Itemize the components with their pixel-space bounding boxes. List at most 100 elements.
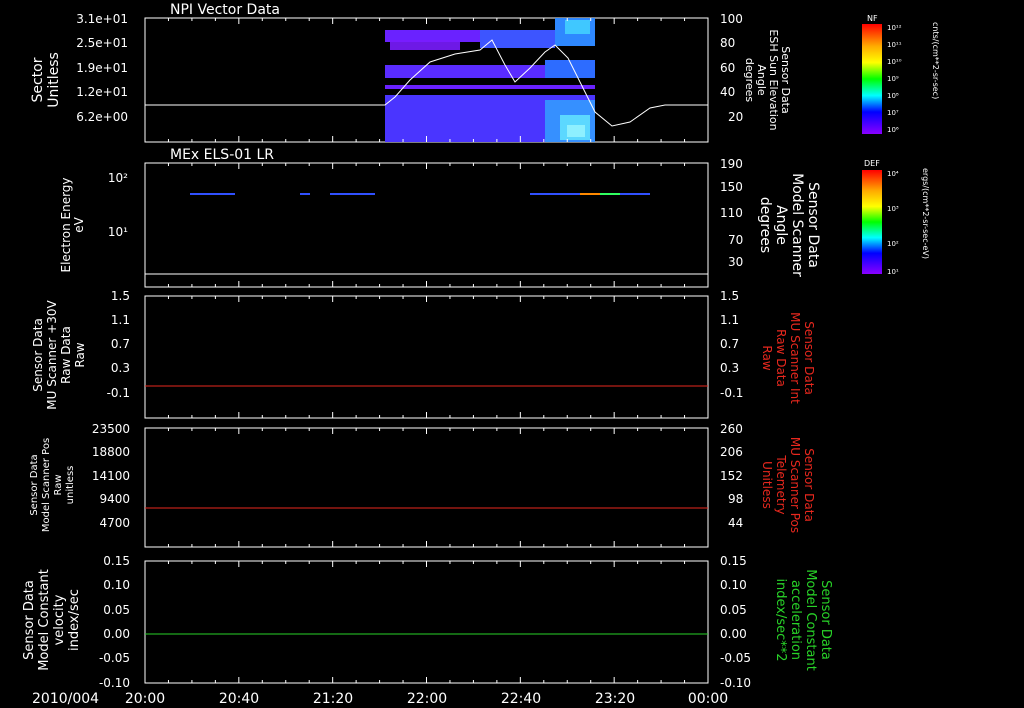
left-ticks: 10² 10¹ <box>108 171 128 239</box>
svg-text:152: 152 <box>720 469 743 483</box>
svg-text:Model Constant: Model Constant <box>37 569 52 671</box>
svg-text:ergs/(cm**2-sr-sec-eV): ergs/(cm**2-sr-sec-eV) <box>921 168 930 259</box>
svg-text:60: 60 <box>720 61 735 75</box>
svg-text:0.3: 0.3 <box>111 361 130 375</box>
svg-text:-0.1: -0.1 <box>720 386 743 400</box>
svg-text:Raw: Raw <box>73 342 87 367</box>
svg-text:0.15: 0.15 <box>103 554 130 568</box>
svg-text:Sensor Data: Sensor Data <box>29 454 40 515</box>
svg-text:10⁴: 10⁴ <box>887 170 899 178</box>
svg-text:10¹²: 10¹² <box>887 24 902 32</box>
right-axis-label: Sensor Data ESH Sun Elevation Angle degr… <box>743 29 792 130</box>
svg-text:23500: 23500 <box>92 422 130 436</box>
svg-text:0.15: 0.15 <box>720 554 747 568</box>
svg-text:Raw: Raw <box>760 345 774 370</box>
svg-text:14100: 14100 <box>92 469 130 483</box>
svg-text:00:00: 00:00 <box>688 691 728 707</box>
svg-text:20:00: 20:00 <box>125 691 165 707</box>
svg-text:0.10: 0.10 <box>103 578 130 592</box>
svg-text:22:40: 22:40 <box>501 691 541 707</box>
svg-text:110: 110 <box>720 206 743 220</box>
svg-text:Sensor Data: Sensor Data <box>802 321 816 395</box>
svg-text:18800: 18800 <box>92 445 130 459</box>
svg-text:Angle: Angle <box>773 205 789 245</box>
svg-text:10⁷: 10⁷ <box>887 109 899 117</box>
svg-text:0.05: 0.05 <box>103 603 130 617</box>
date-label: 2010/004 <box>32 691 99 707</box>
svg-text:-0.1: -0.1 <box>107 386 130 400</box>
svg-text:-0.10: -0.10 <box>99 676 130 690</box>
svg-text:10¹: 10¹ <box>108 225 128 239</box>
svg-text:Sensor Data: Sensor Data <box>818 580 833 660</box>
svg-text:190: 190 <box>720 157 743 171</box>
x-axis: 2010/004 20:00 20:40 21:20 22:00 22:40 2… <box>32 691 728 707</box>
svg-text:22:00: 22:00 <box>407 691 447 707</box>
svg-text:Raw Data: Raw Data <box>774 329 788 387</box>
svg-text:Sensor Data: Sensor Data <box>802 448 816 522</box>
svg-text:1.1: 1.1 <box>720 313 739 327</box>
svg-text:MU Scanner Pos: MU Scanner Pos <box>788 437 802 533</box>
left-axis-label: Electron Energy eV <box>59 177 86 272</box>
plot-canvas: NPI Vector Data 3.1e+01 2.5e+01 1.9e+01 … <box>22 2 940 707</box>
svg-text:MU Scanner +30V: MU Scanner +30V <box>45 300 59 410</box>
svg-text:Sensor Data: Sensor Data <box>22 580 37 660</box>
svg-text:Model Scanner Pos: Model Scanner Pos <box>41 438 52 532</box>
right-ticks: 1.5 1.1 0.7 0.3 -0.1 <box>720 289 743 400</box>
svg-text:Sensor Data: Sensor Data <box>31 318 45 392</box>
svg-text:Unitless: Unitless <box>760 461 774 509</box>
svg-text:MU Scanner Int: MU Scanner Int <box>788 312 802 404</box>
svg-text:4700: 4700 <box>99 516 130 530</box>
panel-title: NPI Vector Data <box>170 2 280 18</box>
svg-text:10¹¹: 10¹¹ <box>887 41 902 49</box>
svg-text:30: 30 <box>728 255 743 269</box>
svg-text:10¹⁰: 10¹⁰ <box>887 58 902 66</box>
svg-text:0.10: 0.10 <box>720 578 747 592</box>
svg-text:eV: eV <box>72 216 86 232</box>
svg-text:2.5e+01: 2.5e+01 <box>76 36 128 50</box>
left-axis-label: Sector Unitless <box>30 52 62 108</box>
svg-text:0.00: 0.00 <box>720 627 747 641</box>
svg-text:10¹: 10¹ <box>887 268 899 276</box>
svg-text:21:20: 21:20 <box>313 691 353 707</box>
panel-frame <box>144 295 709 419</box>
svg-text:23:20: 23:20 <box>595 691 635 707</box>
left-ticks: 0.15 0.10 0.05 0.00 -0.05 -0.10 <box>99 554 130 690</box>
svg-text:20: 20 <box>728 110 743 124</box>
panel-frame <box>144 427 709 548</box>
svg-text:40: 40 <box>720 85 735 99</box>
svg-text:0.05: 0.05 <box>720 603 747 617</box>
right-ticks: 260 206 152 98 44 <box>720 422 743 530</box>
svg-text:3.1e+01: 3.1e+01 <box>76 12 128 26</box>
panel-frame <box>144 560 709 684</box>
svg-text:150: 150 <box>720 180 743 194</box>
left-axis-label: Sensor Data Model Constant velocity inde… <box>22 569 82 671</box>
svg-text:degrees: degrees <box>757 197 773 253</box>
svg-text:Electron Energy: Electron Energy <box>59 177 73 272</box>
panel-scanner-pos: 23500 18800 14100 9400 4700 260 206 152 … <box>29 422 816 548</box>
svg-text:98: 98 <box>728 492 743 506</box>
svg-text:1.2e+01: 1.2e+01 <box>76 85 128 99</box>
svg-text:0.3: 0.3 <box>720 361 739 375</box>
svg-text:Unitless: Unitless <box>46 52 62 108</box>
right-axis-label: Sensor Data Model Constant acceleration … <box>773 569 833 671</box>
svg-text:10⁸: 10⁸ <box>887 92 899 100</box>
svg-text:44: 44 <box>728 516 743 530</box>
svg-text:6.2e+00: 6.2e+00 <box>76 110 128 124</box>
svg-text:10³: 10³ <box>887 205 899 213</box>
svg-text:Telemetry: Telemetry <box>774 454 788 514</box>
svg-text:Model Constant: Model Constant <box>803 569 818 671</box>
panel-title: MEx ELS-01 LR <box>170 147 274 163</box>
colorbar-nf: NF 10¹² 10¹¹ 10¹⁰ 10⁹ 10⁸ 10⁷ 10⁶ cnts/(… <box>862 14 940 134</box>
svg-text:Raw Data: Raw Data <box>59 326 73 384</box>
left-axis-label: Sensor Data MU Scanner +30V Raw Data Raw <box>31 300 87 410</box>
svg-text:cnts/(cm**2-sr-sec): cnts/(cm**2-sr-sec) <box>931 22 940 99</box>
svg-text:9400: 9400 <box>99 492 130 506</box>
colorbar-def: DEF 10⁴ 10³ 10² 10¹ ergs/(cm**2-sr-sec-e… <box>862 159 930 276</box>
right-axis-label: Sensor Data MU Scanner Pos Telemetry Uni… <box>760 437 816 533</box>
panel-frame <box>144 162 709 288</box>
right-ticks: 190 150 110 70 30 <box>720 157 743 269</box>
svg-text:1.9e+01: 1.9e+01 <box>76 61 128 75</box>
right-axis-label: Sensor Data Model Scanner Angle degrees <box>757 173 821 277</box>
svg-text:index/sec**2: index/sec**2 <box>773 578 788 661</box>
svg-text:index/sec: index/sec <box>67 589 82 651</box>
